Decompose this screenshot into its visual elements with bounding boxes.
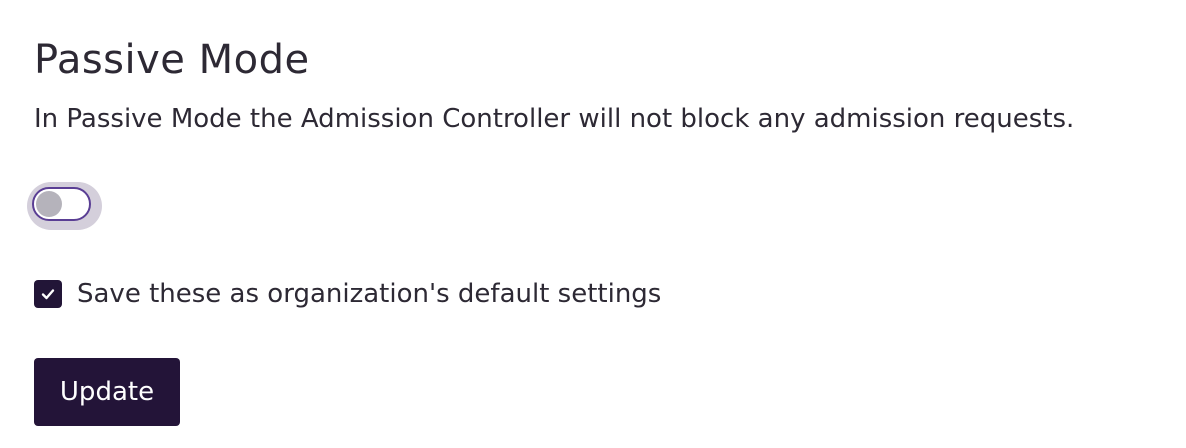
- section-description: In Passive Mode the Admission Controller…: [34, 104, 1075, 134]
- passive-mode-section: Passive Mode In Passive Mode the Admissi…: [27, 0, 1164, 448]
- default-settings-row: Save these as organization's default set…: [34, 276, 661, 312]
- section-title: Passive Mode: [34, 37, 310, 83]
- update-button[interactable]: Update: [34, 358, 180, 426]
- passive-mode-toggle[interactable]: [32, 187, 91, 221]
- default-settings-checkbox[interactable]: [34, 280, 62, 308]
- default-settings-label: Save these as organization's default set…: [77, 279, 662, 309]
- toggle-focus-ring: [27, 182, 102, 230]
- toggle-knob: [36, 191, 62, 217]
- checkmark-icon: [41, 289, 55, 300]
